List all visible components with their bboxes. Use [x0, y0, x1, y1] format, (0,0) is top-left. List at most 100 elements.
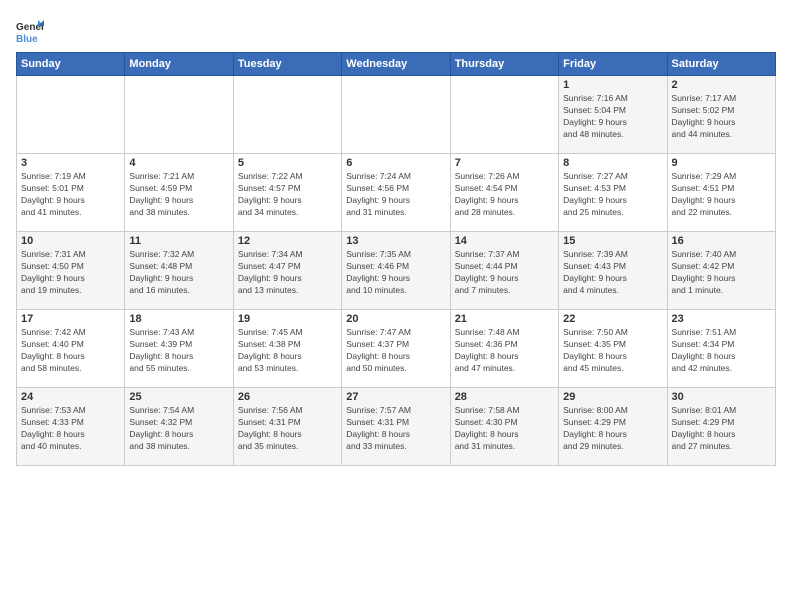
calendar-cell-w0-d0	[17, 76, 125, 154]
day-number: 11	[129, 235, 228, 247]
day-number: 28	[455, 391, 554, 403]
day-number: 17	[21, 313, 120, 325]
calendar-cell-w2-d5: 15 Sunrise: 7:39 AM Sunset: 4:43 PM Dayli…	[559, 232, 667, 310]
day-number: 16	[672, 235, 771, 247]
day-info: Sunrise: 7:57 AM Sunset: 4:31 PM Dayligh…	[346, 405, 445, 453]
day-info: Sunrise: 7:39 AM Sunset: 4:43 PM Dayligh…	[563, 249, 662, 297]
calendar-cell-w4-d0: 24Sunrise: 7:53 AM Sunset: 4:33 PM Dayli…	[17, 388, 125, 466]
calendar-cell-w3-d4: 21Sunrise: 7:48 AM Sunset: 4:36 PM Dayli…	[450, 310, 558, 388]
day-number: 3	[21, 157, 120, 169]
day-info: Sunrise: 7:24 AM Sunset: 4:56 PM Dayligh…	[346, 171, 445, 219]
calendar-cell-w1-d0: 3 Sunrise: 7:19 AM Sunset: 5:01 PM Daylig…	[17, 154, 125, 232]
calendar-cell-w0-d5: 1 Sunrise: 7:16 AM Sunset: 5:04 PM Daylig…	[559, 76, 667, 154]
day-info: Sunrise: 7:58 AM Sunset: 4:30 PM Dayligh…	[455, 405, 554, 453]
calendar-cell-w0-d2	[233, 76, 341, 154]
day-number: 10	[21, 235, 120, 247]
calendar-cell-w4-d3: 27 Sunrise: 7:57 AM Sunset: 4:31 PM Dayli…	[342, 388, 450, 466]
day-number: 2	[672, 79, 771, 91]
day-number: 27	[346, 391, 445, 403]
calendar-cell-w3-d0: 17 Sunrise: 7:42 AM Sunset: 4:40 PM Dayli…	[17, 310, 125, 388]
day-info: Sunrise: 7:34 AM Sunset: 4:47 PM Dayligh…	[238, 249, 337, 297]
day-info: Sunrise: 7:22 AM Sunset: 4:57 PM Dayligh…	[238, 171, 337, 219]
calendar-cell-w1-d1: 4 Sunrise: 7:21 AM Sunset: 4:59 PM Daylig…	[125, 154, 233, 232]
calendar-cell-w3-d5: 22 Sunrise: 7:50 AM Sunset: 4:35 PM Dayli…	[559, 310, 667, 388]
day-number: 4	[129, 157, 228, 169]
day-number: 15	[563, 235, 662, 247]
day-number: 26	[238, 391, 337, 403]
calendar-cell-w2-d1: 11Sunrise: 7:32 AM Sunset: 4:48 PM Dayli…	[125, 232, 233, 310]
day-info: Sunrise: 7:53 AM Sunset: 4:33 PM Dayligh…	[21, 405, 120, 453]
day-number: 14	[455, 235, 554, 247]
day-number: 18	[129, 313, 228, 325]
day-number: 19	[238, 313, 337, 325]
calendar-cell-w0-d1	[125, 76, 233, 154]
day-number: 23	[672, 313, 771, 325]
day-info: Sunrise: 7:35 AM Sunset: 4:46 PM Dayligh…	[346, 249, 445, 297]
svg-text:Blue: Blue	[16, 34, 38, 44]
calendar-cell-w2-d2: 12 Sunrise: 7:34 AM Sunset: 4:47 PM Dayli…	[233, 232, 341, 310]
day-info: Sunrise: 7:45 AM Sunset: 4:38 PM Dayligh…	[238, 327, 337, 375]
day-number: 6	[346, 157, 445, 169]
calendar-cell-w3-d1: 18 Sunrise: 7:43 AM Sunset: 4:39 PM Dayli…	[125, 310, 233, 388]
day-number: 20	[346, 313, 445, 325]
col-header-thursday: Thursday	[450, 53, 558, 76]
col-header-wednesday: Wednesday	[342, 53, 450, 76]
day-info: Sunrise: 7:27 AM Sunset: 4:53 PM Dayligh…	[563, 171, 662, 219]
col-header-sunday: Sunday	[17, 53, 125, 76]
day-info: Sunrise: 7:42 AM Sunset: 4:40 PM Dayligh…	[21, 327, 120, 375]
day-number: 29	[563, 391, 662, 403]
calendar-cell-w4-d2: 26 Sunrise: 7:56 AM Sunset: 4:31 PM Dayli…	[233, 388, 341, 466]
day-number: 1	[563, 79, 662, 91]
day-number: 9	[672, 157, 771, 169]
calendar-table: SundayMondayTuesdayWednesdayThursdayFrid…	[16, 52, 776, 466]
day-info: Sunrise: 7:40 AM Sunset: 4:42 PM Dayligh…	[672, 249, 771, 297]
calendar-cell-w1-d6: 9 Sunrise: 7:29 AM Sunset: 4:51 PM Daylig…	[667, 154, 775, 232]
day-number: 8	[563, 157, 662, 169]
col-header-saturday: Saturday	[667, 53, 775, 76]
logo-icon: General Blue	[16, 16, 44, 44]
calendar-cell-w4-d1: 25 Sunrise: 7:54 AM Sunset: 4:32 PM Dayli…	[125, 388, 233, 466]
day-info: Sunrise: 7:16 AM Sunset: 5:04 PM Dayligh…	[563, 93, 662, 141]
calendar-cell-w2-d4: 14 Sunrise: 7:37 AM Sunset: 4:44 PM Dayli…	[450, 232, 558, 310]
day-number: 25	[129, 391, 228, 403]
header: General Blue	[16, 16, 776, 44]
calendar-cell-w1-d4: 7Sunrise: 7:26 AM Sunset: 4:54 PM Daylig…	[450, 154, 558, 232]
day-info: Sunrise: 7:17 AM Sunset: 5:02 PM Dayligh…	[672, 93, 771, 141]
day-info: Sunrise: 7:21 AM Sunset: 4:59 PM Dayligh…	[129, 171, 228, 219]
calendar-cell-w1-d5: 8 Sunrise: 7:27 AM Sunset: 4:53 PM Daylig…	[559, 154, 667, 232]
day-info: Sunrise: 7:47 AM Sunset: 4:37 PM Dayligh…	[346, 327, 445, 375]
day-info: Sunrise: 7:56 AM Sunset: 4:31 PM Dayligh…	[238, 405, 337, 453]
calendar-cell-w4-d5: 29 Sunrise: 8:00 AM Sunset: 4:29 PM Dayli…	[559, 388, 667, 466]
calendar-cell-w4-d6: 30Sunrise: 8:01 AM Sunset: 4:29 PM Dayli…	[667, 388, 775, 466]
day-info: Sunrise: 8:00 AM Sunset: 4:29 PM Dayligh…	[563, 405, 662, 453]
calendar-cell-w2-d0: 10 Sunrise: 7:31 AM Sunset: 4:50 PM Dayli…	[17, 232, 125, 310]
calendar-cell-w0-d6: 2 Sunrise: 7:17 AM Sunset: 5:02 PM Daylig…	[667, 76, 775, 154]
day-info: Sunrise: 7:50 AM Sunset: 4:35 PM Dayligh…	[563, 327, 662, 375]
calendar-cell-w2-d3: 13 Sunrise: 7:35 AM Sunset: 4:46 PM Dayli…	[342, 232, 450, 310]
day-number: 21	[455, 313, 554, 325]
day-number: 12	[238, 235, 337, 247]
day-info: Sunrise: 7:37 AM Sunset: 4:44 PM Dayligh…	[455, 249, 554, 297]
day-number: 13	[346, 235, 445, 247]
calendar-cell-w1-d2: 5 Sunrise: 7:22 AM Sunset: 4:57 PM Daylig…	[233, 154, 341, 232]
day-info: Sunrise: 7:31 AM Sunset: 4:50 PM Dayligh…	[21, 249, 120, 297]
col-header-monday: Monday	[125, 53, 233, 76]
calendar-cell-w3-d6: 23Sunrise: 7:51 AM Sunset: 4:34 PM Dayli…	[667, 310, 775, 388]
calendar-cell-w3-d3: 20 Sunrise: 7:47 AM Sunset: 4:37 PM Dayli…	[342, 310, 450, 388]
col-header-friday: Friday	[559, 53, 667, 76]
day-info: Sunrise: 8:01 AM Sunset: 4:29 PM Dayligh…	[672, 405, 771, 453]
day-info: Sunrise: 7:54 AM Sunset: 4:32 PM Dayligh…	[129, 405, 228, 453]
calendar-cell-w4-d4: 28 Sunrise: 7:58 AM Sunset: 4:30 PM Dayli…	[450, 388, 558, 466]
day-info: Sunrise: 7:43 AM Sunset: 4:39 PM Dayligh…	[129, 327, 228, 375]
day-number: 22	[563, 313, 662, 325]
calendar-cell-w3-d2: 19 Sunrise: 7:45 AM Sunset: 4:38 PM Dayli…	[233, 310, 341, 388]
calendar-cell-w2-d6: 16 Sunrise: 7:40 AM Sunset: 4:42 PM Dayli…	[667, 232, 775, 310]
day-info: Sunrise: 7:26 AM Sunset: 4:54 PM Dayligh…	[455, 171, 554, 219]
day-number: 5	[238, 157, 337, 169]
calendar-cell-w0-d3	[342, 76, 450, 154]
logo: General Blue	[16, 16, 48, 44]
col-header-tuesday: Tuesday	[233, 53, 341, 76]
day-info: Sunrise: 7:29 AM Sunset: 4:51 PM Dayligh…	[672, 171, 771, 219]
day-info: Sunrise: 7:19 AM Sunset: 5:01 PM Dayligh…	[21, 171, 120, 219]
calendar-cell-w1-d3: 6 Sunrise: 7:24 AM Sunset: 4:56 PM Daylig…	[342, 154, 450, 232]
